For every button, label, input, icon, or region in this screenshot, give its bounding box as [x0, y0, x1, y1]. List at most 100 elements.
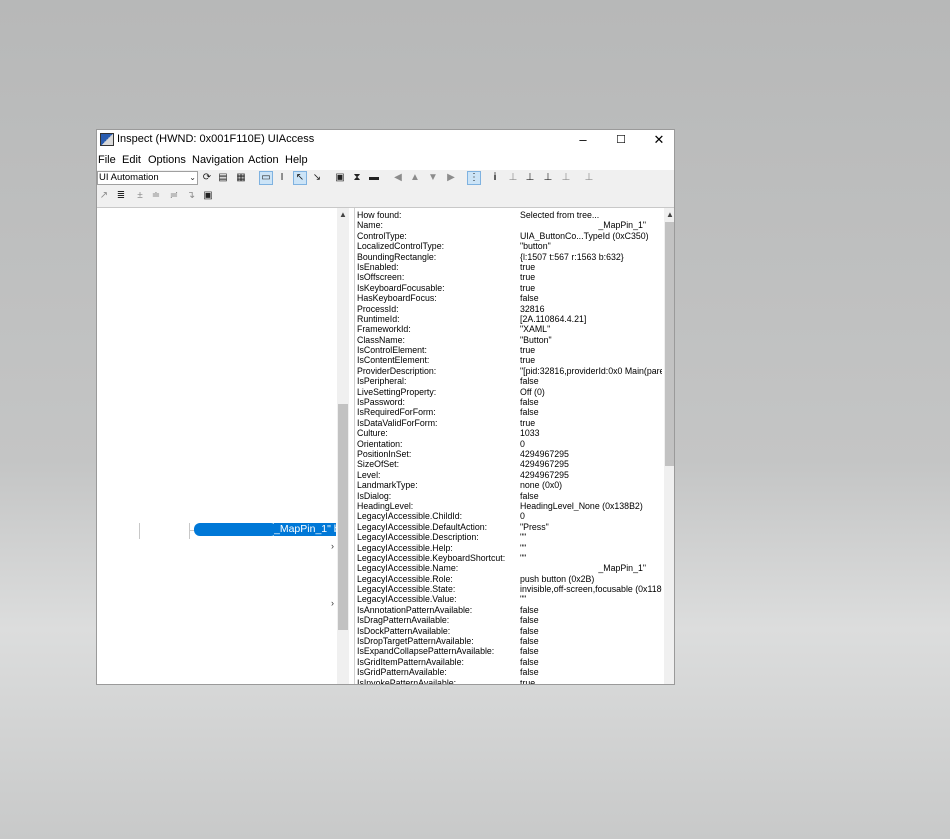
property-row[interactable]: LegacyIAccessible.Name: _MapPin_1": [357, 563, 662, 573]
property-key: IsInvokePatternAvailable:: [357, 677, 457, 685]
property-row[interactable]: SizeOfSet: 4294967295: [357, 459, 662, 469]
property-row[interactable]: IsContentElement: true: [357, 355, 662, 365]
tree-node-5-icon[interactable]: ⊥: [583, 172, 595, 184]
action-1-icon[interactable]: ↗: [98, 190, 110, 202]
property-row[interactable]: IsRequiredForForm: false: [357, 407, 662, 417]
property-row[interactable]: IsDropTargetPatternAvailable: false: [357, 636, 662, 646]
property-row[interactable]: IsGridPatternAvailable: false: [357, 667, 662, 677]
close-button[interactable]: ✕: [640, 130, 674, 151]
property-row[interactable]: HeadingLevel: HeadingLevel_None (0x138B2): [357, 501, 662, 511]
tree-node-1-icon[interactable]: ⊥: [507, 172, 519, 184]
arrow-up-icon[interactable]: ▲: [409, 172, 421, 184]
chevron-right-icon[interactable]: ›: [331, 598, 334, 608]
caret-icon[interactable]: ▬: [368, 172, 380, 184]
property-row[interactable]: RuntimeId: [2A.110864.4.21]: [357, 314, 662, 324]
property-row[interactable]: FrameworkId: "XAML": [357, 324, 662, 334]
property-row[interactable]: LocalizedControlType: "button": [357, 241, 662, 251]
property-row[interactable]: IsControlElement: true: [357, 345, 662, 355]
maximize-button[interactable]: ☐: [602, 130, 640, 151]
action-3-icon[interactable]: ±: [134, 190, 146, 202]
property-row[interactable]: PositionInSet: 4294967295: [357, 449, 662, 459]
property-row[interactable]: IsKeyboardFocusable: true: [357, 283, 662, 293]
title-bar[interactable]: Inspect (HWND: 0x001F110E) UIAccess – ☐ …: [97, 130, 674, 151]
arrow-down-icon[interactable]: ▼: [427, 172, 439, 184]
property-row[interactable]: LegacyIAccessible.ChildId: 0: [357, 511, 662, 521]
action-2-icon[interactable]: ≣: [115, 190, 127, 202]
property-row[interactable]: ProviderDescription: "[pid:32816,provider…: [357, 366, 662, 376]
copy-icon[interactable]: ▦: [235, 172, 247, 184]
action-4-icon[interactable]: ≐: [150, 190, 162, 202]
property-row[interactable]: LegacyIAccessible.Help: "": [357, 543, 662, 553]
action-5-icon[interactable]: ≓: [168, 190, 180, 202]
property-row[interactable]: IsDataValidForForm: true: [357, 418, 662, 428]
property-row[interactable]: Orientation: 0: [357, 439, 662, 449]
property-row[interactable]: IsOffscreen: true: [357, 272, 662, 282]
tree-scrollbar-thumb[interactable]: [338, 404, 348, 630]
scroll-up-icon[interactable]: ▲: [664, 210, 674, 219]
menu-edit[interactable]: Edit: [122, 154, 141, 166]
property-row[interactable]: IsExpandCollapsePatternAvailable: false: [357, 646, 662, 656]
element-tree[interactable]: _MapPin_1" b › › ▲: [97, 208, 349, 684]
property-row[interactable]: LegacyIAccessible.Value: "": [357, 594, 662, 604]
property-row[interactable]: IsPassword: false: [357, 397, 662, 407]
menu-action[interactable]: Action: [248, 154, 279, 166]
property-row[interactable]: IsEnabled: true: [357, 262, 662, 272]
property-row[interactable]: BoundingRectangle: {l:1507 t:567 r:1563 b…: [357, 252, 662, 262]
property-row[interactable]: How found: Selected from tree...: [357, 210, 662, 220]
hourglass-icon[interactable]: ⧗: [351, 172, 363, 184]
property-row[interactable]: ClassName: "Button": [357, 335, 662, 345]
property-row[interactable]: Culture: 1033: [357, 428, 662, 438]
text-cursor-icon[interactable]: I: [276, 172, 288, 184]
hover-watch-icon[interactable]: ↘: [311, 172, 323, 184]
property-row[interactable]: Name: _MapPin_1": [357, 220, 662, 230]
info-icon[interactable]: i: [489, 172, 501, 184]
window-icon[interactable]: ▣: [334, 172, 346, 184]
property-row[interactable]: LegacyIAccessible.State: invisible,off-sc…: [357, 584, 662, 594]
pointer-icon[interactable]: ↖: [293, 171, 307, 185]
menu-help[interactable]: Help: [285, 154, 308, 166]
arrow-left-icon[interactable]: ◀: [392, 172, 404, 184]
tree-item-selected[interactable]: _MapPin_1" b: [274, 523, 336, 536]
property-value: false: [520, 604, 539, 615]
watch-focus-icon[interactable]: ▤: [217, 172, 229, 184]
tree-scrollbar[interactable]: ▲: [337, 208, 349, 684]
rectangle-highlight-icon[interactable]: ▭: [259, 171, 273, 185]
property-row[interactable]: HasKeyboardFocus: false: [357, 293, 662, 303]
minimize-button[interactable]: –: [564, 130, 602, 151]
property-row[interactable]: IsDragPatternAvailable: false: [357, 615, 662, 625]
property-row[interactable]: LandmarkType: none (0x0): [357, 480, 662, 490]
refresh-icon[interactable]: ⟳: [201, 172, 213, 184]
tree-view-icon[interactable]: ⋮: [467, 171, 481, 185]
property-row[interactable]: IsDialog: false: [357, 491, 662, 501]
property-row[interactable]: ControlType: UIA_ButtonCo...TypeId (0xC35…: [357, 231, 662, 241]
property-row[interactable]: LegacyIAccessible.Role: push button (0x2B…: [357, 574, 662, 584]
properties-scrollbar-thumb[interactable]: [665, 222, 674, 466]
tree-node-2-icon[interactable]: ⊥: [524, 172, 536, 184]
arrow-right-icon[interactable]: ▶: [445, 172, 457, 184]
property-row[interactable]: ProcessId: 32816: [357, 304, 662, 314]
scroll-up-icon[interactable]: ▲: [337, 210, 349, 219]
property-row[interactable]: IsInvokePatternAvailable: true: [357, 677, 662, 685]
property-row[interactable]: LegacyIAccessible.KeyboardShortcut: "": [357, 553, 662, 563]
menu-file[interactable]: File: [98, 154, 116, 166]
tree-node-4-icon[interactable]: ⊥: [560, 172, 572, 184]
action-6-icon[interactable]: ↴: [185, 190, 197, 202]
property-row[interactable]: IsGridItemPatternAvailable: false: [357, 657, 662, 667]
mode-select[interactable]: UI Automation ⌄: [97, 171, 198, 185]
property-row[interactable]: LegacyIAccessible.DefaultAction: "Press": [357, 522, 662, 532]
property-row[interactable]: Level: 4294967295: [357, 470, 662, 480]
menu-navigation[interactable]: Navigation: [192, 154, 244, 166]
property-key: IsKeyboardFocusable:: [357, 282, 445, 293]
menu-options[interactable]: Options: [148, 154, 186, 166]
chevron-right-icon[interactable]: ›: [331, 541, 334, 551]
tree-node-3-icon[interactable]: ⊥: [542, 172, 554, 184]
properties-scrollbar[interactable]: ▲: [664, 208, 674, 684]
properties-pane[interactable]: How found: Selected from tree... Name: _Map…: [354, 208, 674, 685]
property-row[interactable]: LiveSettingProperty: Off (0): [357, 387, 662, 397]
property-row[interactable]: IsAnnotationPatternAvailable: false: [357, 605, 662, 615]
property-row[interactable]: LegacyIAccessible.Description: "": [357, 532, 662, 542]
action-7-icon[interactable]: ▣: [202, 190, 214, 202]
property-row[interactable]: IsPeripheral: false: [357, 376, 662, 386]
property-value: invisible,off-screen,focusable (0x1180: [520, 584, 662, 595]
property-row[interactable]: IsDockPatternAvailable: false: [357, 626, 662, 636]
